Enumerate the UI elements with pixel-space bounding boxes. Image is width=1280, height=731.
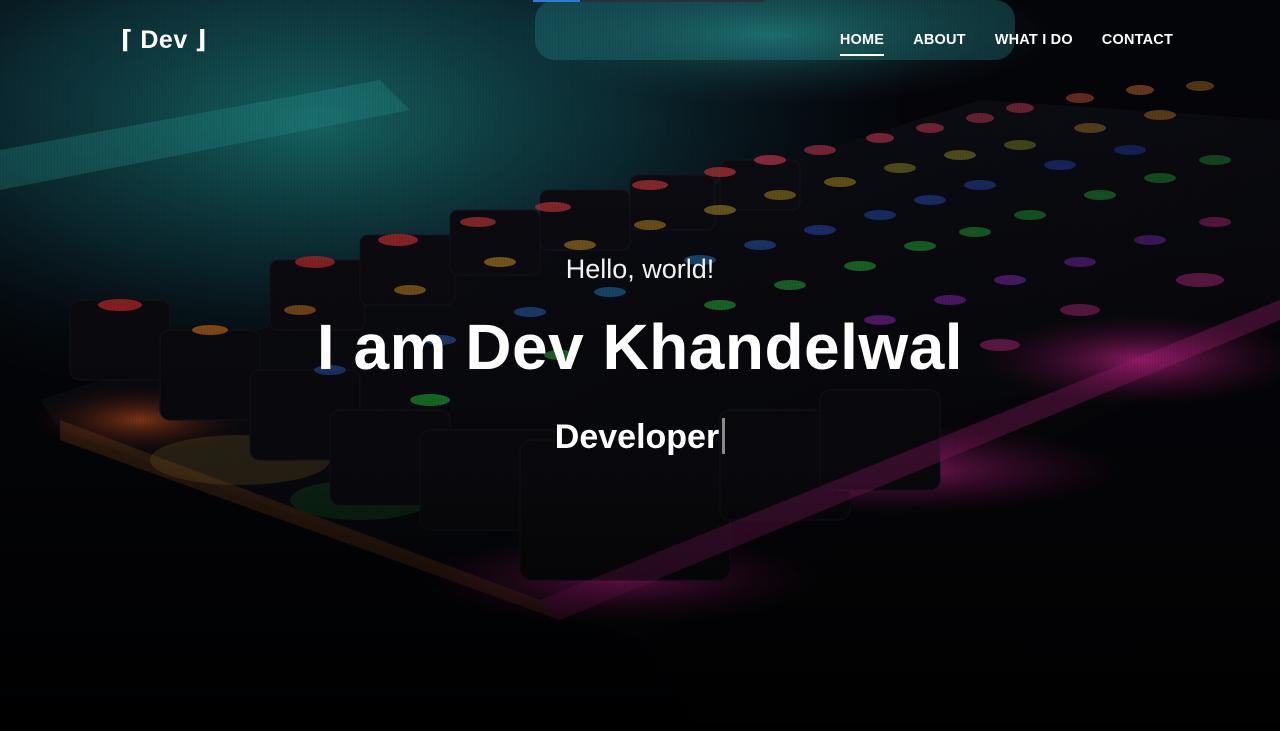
hero-role: Developer <box>0 418 1280 457</box>
nav-menu: HOME ABOUT WHAT I DO CONTACT <box>811 31 1173 56</box>
typing-cursor <box>722 418 726 454</box>
navbar: ⌈ Dev ⌋ HOME ABOUT WHAT I DO CONTACT <box>0 0 1280 80</box>
nav-item-about: ABOUT <box>913 31 966 56</box>
hero-role-text: Developer <box>554 418 720 456</box>
nav-item-contact: CONTACT <box>1102 31 1173 56</box>
brand-logo[interactable]: ⌈ Dev ⌋ <box>121 25 207 55</box>
nav-item-home: HOME <box>839 31 885 56</box>
nav-item-what-i-do: WHAT I DO <box>995 31 1073 56</box>
nav-link-what-i-do[interactable]: WHAT I DO <box>995 32 1073 54</box>
nav-link-home[interactable]: HOME <box>839 32 885 56</box>
nav-link-about[interactable]: ABOUT <box>913 32 966 54</box>
hero-headline: I am Dev Khandelwal <box>316 311 964 383</box>
hero-section: ⌈ Dev ⌋ HOME ABOUT WHAT I DO CONTACT Hel… <box>0 0 1280 731</box>
hero-greeting: Hello, world! <box>565 254 715 284</box>
nav-link-contact[interactable]: CONTACT <box>1102 32 1173 54</box>
